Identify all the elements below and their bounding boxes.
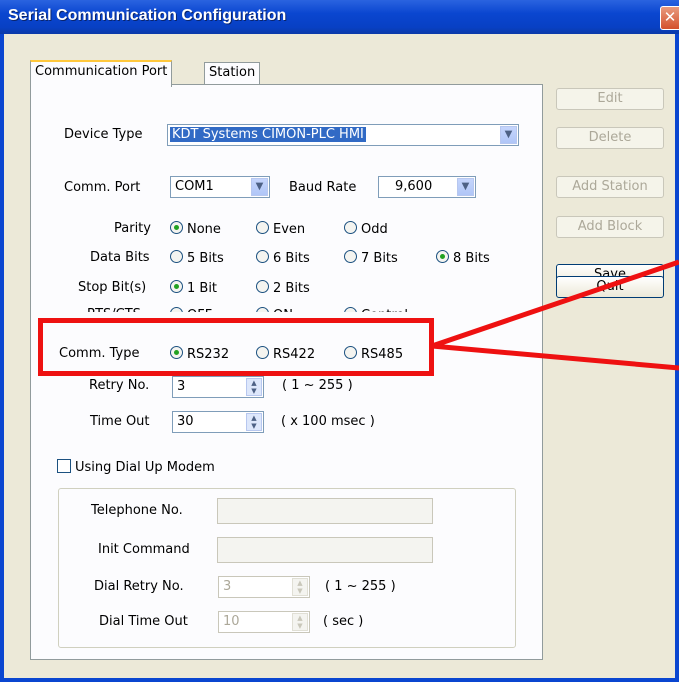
annotation-arrows — [431, 259, 679, 371]
tab-communication-port[interactable]: Communication Port — [30, 60, 173, 87]
annotation-arrow-lower — [431, 343, 679, 371]
annotation-arrow-upper — [431, 259, 679, 349]
